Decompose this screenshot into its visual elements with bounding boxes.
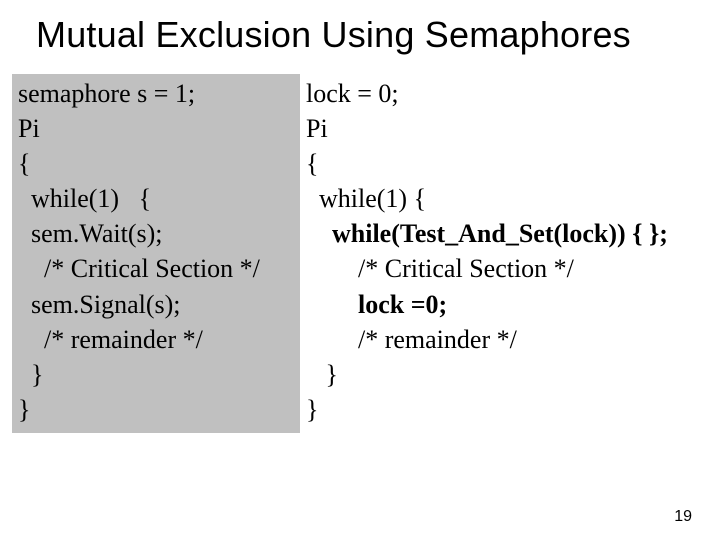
code-line: while(Test_And_Set(lock)) { }; [306, 216, 702, 251]
code-line: lock = 0; [306, 76, 702, 111]
slide-title: Mutual Exclusion Using Semaphores [36, 14, 700, 56]
content-columns: semaphore s = 1; Pi { while(1) { sem.Wai… [12, 74, 708, 433]
indent [306, 290, 358, 319]
code-line: /* remainder */ [306, 322, 702, 357]
code-line: } [306, 357, 702, 392]
code-line: Pi [18, 111, 294, 146]
code-line: } [18, 392, 294, 427]
code-line: Pi [306, 111, 702, 146]
bold-code: lock =0; [358, 290, 447, 319]
code-line: while(1) { [306, 181, 702, 216]
code-line: { [306, 146, 702, 181]
code-line: sem.Wait(s); [18, 216, 294, 251]
code-line: lock =0; [306, 287, 702, 322]
code-line: sem.Signal(s); [18, 287, 294, 322]
page-number: 19 [674, 508, 692, 526]
code-line: } [306, 392, 702, 427]
code-line: semaphore s = 1; [18, 76, 294, 111]
code-line: /* Critical Section */ [18, 251, 294, 286]
slide: Mutual Exclusion Using Semaphores semaph… [0, 0, 720, 540]
code-line: /* Critical Section */ [306, 251, 702, 286]
semaphore-code-block: semaphore s = 1; Pi { while(1) { sem.Wai… [12, 74, 300, 433]
code-line: { [18, 146, 294, 181]
code-line: } [18, 357, 294, 392]
indent [306, 219, 332, 248]
code-line: /* remainder */ [18, 322, 294, 357]
bold-code: while(Test_And_Set(lock)) { }; [332, 219, 668, 248]
testandset-code-block: lock = 0; Pi { while(1) { while(Test_And… [300, 74, 708, 433]
code-line: while(1) { [18, 181, 294, 216]
